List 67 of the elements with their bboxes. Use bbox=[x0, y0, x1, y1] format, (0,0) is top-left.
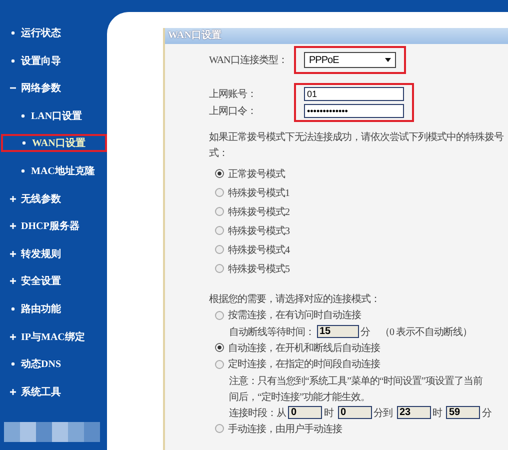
sidebar-item[interactable]: WAN口设置 bbox=[1, 134, 108, 152]
radio-button[interactable] bbox=[215, 424, 224, 434]
sidebar-item[interactable]: 动态DNS bbox=[0, 355, 70, 374]
radio-button[interactable] bbox=[215, 207, 224, 216]
sidebar-item[interactable]: 系统工具 bbox=[0, 382, 69, 401]
radio-button[interactable] bbox=[215, 188, 224, 197]
option-label: 定时连接，在指定的时间段自动连接 bbox=[228, 358, 380, 372]
radio-button[interactable] bbox=[215, 226, 224, 235]
option-label: 特殊拨号模式4 bbox=[228, 244, 290, 256]
bullet-icon bbox=[21, 140, 27, 146]
unit-label: 时 bbox=[432, 406, 442, 420]
unit-label: 分 bbox=[482, 406, 492, 420]
option-label: 特殊拨号模式2 bbox=[228, 206, 290, 218]
section-prompt: 根据您的需要，请选择对应的连接模式： bbox=[209, 292, 380, 306]
radio-button[interactable] bbox=[215, 343, 224, 352]
field-label: 上网口令： bbox=[209, 104, 258, 118]
caret-icon bbox=[385, 58, 391, 62]
field-label: 连接时段：从 bbox=[229, 406, 286, 420]
sidebar-item[interactable]: DHCP服务器 bbox=[0, 217, 88, 236]
radio-button[interactable] bbox=[215, 169, 224, 178]
option-label: 特殊拨号模式1 bbox=[228, 186, 290, 200]
hint-text: 如果正常拨号模式下无法连接成功，请依次尝试下列模式中的特殊拨号 bbox=[209, 130, 504, 145]
radio-button[interactable] bbox=[215, 245, 224, 254]
option-label: 特殊拨号模式5 bbox=[228, 262, 290, 276]
unit-label: 时 bbox=[324, 406, 334, 420]
option-label: 自动连接，在开机和断线后自动连接 bbox=[228, 342, 380, 355]
unit-label: 分到 bbox=[374, 406, 392, 420]
sidebar-item[interactable]: IP与MAC绑定 bbox=[0, 328, 93, 346]
idle-time-field[interactable]: 15 bbox=[316, 325, 358, 338]
option-label: 正常拨号模式 bbox=[228, 168, 285, 180]
time-field[interactable]: 59 bbox=[446, 406, 480, 419]
hint-text: （0 表示不自动断线） bbox=[380, 326, 472, 338]
bullet-icon bbox=[10, 30, 16, 36]
hint-text: 式： bbox=[209, 146, 228, 161]
sidebar-item[interactable]: 路由功能 bbox=[0, 300, 69, 318]
option-label: 特殊拨号模式3 bbox=[228, 224, 290, 238]
sidebar-item[interactable]: 网络参数 bbox=[0, 79, 69, 98]
bullet-icon bbox=[10, 361, 16, 368]
bullet-icon bbox=[10, 58, 16, 64]
field-label: 上网账号： bbox=[209, 88, 258, 101]
sidebar-item[interactable]: 转发规则 bbox=[0, 244, 69, 263]
sidebar-item[interactable]: 设置向导 bbox=[0, 52, 69, 70]
bullet-icon bbox=[20, 112, 26, 119]
time-field[interactable]: 0 bbox=[288, 406, 322, 419]
radio-button[interactable] bbox=[215, 360, 224, 369]
account-field[interactable]: 01 bbox=[304, 87, 404, 101]
panel-title: WAN口设置 bbox=[165, 28, 508, 44]
sidebar-item[interactable]: LAN口设置 bbox=[0, 106, 90, 125]
bullet-icon bbox=[10, 306, 16, 312]
bullet-icon bbox=[20, 168, 26, 174]
option-label: 按需连接，在有访问时自动连接 bbox=[228, 308, 361, 322]
sidebar-item[interactable]: 安全设置 bbox=[0, 272, 69, 290]
radio-button[interactable] bbox=[215, 310, 224, 320]
time-field[interactable]: 0 bbox=[338, 406, 372, 419]
note-text: 间后，“定时连接”功能才能生效。 bbox=[229, 390, 370, 404]
sidebar-item[interactable]: 运行状态 bbox=[0, 24, 69, 42]
connection-type-dropdown[interactable]: PPPoE bbox=[304, 52, 396, 68]
time-field[interactable]: 23 bbox=[396, 406, 430, 419]
note-text: 注意：只有当您到“系统工具”菜单的“时间设置”项设置了当前 bbox=[229, 374, 482, 388]
sidebar-item[interactable]: 无线参数 bbox=[0, 190, 69, 208]
radio-button[interactable] bbox=[215, 264, 224, 273]
unit-label: 分 bbox=[360, 326, 370, 338]
sidebar-item[interactable]: MAC地址克隆 bbox=[0, 162, 103, 180]
field-label: 自动断线等待时间： bbox=[229, 326, 314, 338]
password-field[interactable]: ••••••••••••• bbox=[304, 104, 404, 118]
option-label: 手动连接，由用户手动连接 bbox=[228, 422, 342, 436]
field-label: WAN口连接类型： bbox=[209, 54, 288, 67]
